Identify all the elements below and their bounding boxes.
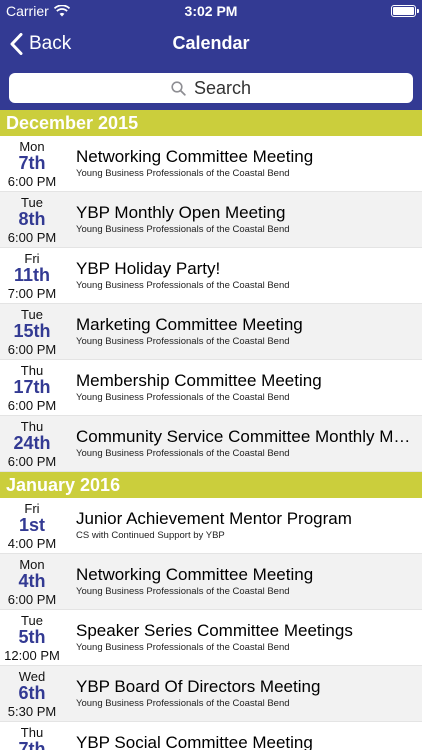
event-day: 15th xyxy=(13,321,51,341)
event-row[interactable]: Tue 15th 6:00 PM Marketing Committee Mee… xyxy=(0,304,422,360)
event-title: Community Service Committee Monthly Meet… xyxy=(76,427,418,446)
event-organizer: Young Business Professionals of the Coas… xyxy=(76,168,290,179)
event-time: 4:00 PM xyxy=(7,536,57,551)
event-title: Membership Committee Meeting xyxy=(76,371,322,390)
event-weekday: Tue xyxy=(21,195,43,210)
event-row[interactable]: Wed 6th 5:30 PM YBP Board Of Directors M… xyxy=(0,666,422,722)
event-list[interactable]: December 2015 Mon 7th 6:00 PM Networking… xyxy=(0,110,422,750)
event-day: 6th xyxy=(18,683,46,703)
event-title: YBP Holiday Party! xyxy=(76,259,221,278)
event-day: 8th xyxy=(18,209,46,229)
event-organizer: Young Business Professionals of the Coas… xyxy=(76,280,290,291)
search-input[interactable]: Search xyxy=(9,73,413,103)
event-row[interactable]: Fri 1st 4:00 PM Junior Achievement Mento… xyxy=(0,498,422,554)
event-organizer: CS with Continued Support by YBP xyxy=(76,530,225,541)
event-time: 7:00 PM xyxy=(7,286,57,301)
event-row[interactable]: Mon 7th 6:00 PM Networking Committee Mee… xyxy=(0,136,422,192)
event-weekday: Mon xyxy=(19,557,45,572)
search-placeholder: Search xyxy=(193,77,252,98)
event-date: Fri 1st 4:00 PM xyxy=(0,498,64,554)
event-time: 6:00 PM xyxy=(7,342,57,357)
event-time: 6:00 PM xyxy=(7,398,57,413)
event-time: 6:00 PM xyxy=(7,454,57,469)
event-title: Marketing Committee Meeting xyxy=(76,315,303,334)
event-weekday: Fri xyxy=(24,501,40,516)
event-time: 6:00 PM xyxy=(7,174,57,189)
event-day: 24th xyxy=(13,433,51,453)
event-organizer: Young Business Professionals of the Coas… xyxy=(76,642,290,653)
event-time: 12:00 PM xyxy=(4,648,60,663)
event-date: Fri 11th 7:00 PM xyxy=(0,248,64,304)
event-date: Tue 15th 6:00 PM xyxy=(0,304,64,360)
event-date: Mon 4th 6:00 PM xyxy=(0,554,64,610)
event-time: 6:00 PM xyxy=(7,230,57,245)
event-date: Wed 6th 5:30 PM xyxy=(0,666,64,722)
event-day: 4th xyxy=(18,571,46,591)
event-date: Thu 17th 6:00 PM xyxy=(0,360,64,416)
event-weekday: Mon xyxy=(19,139,45,154)
event-title: YBP Social Committee Meeting xyxy=(76,733,313,750)
event-date: Mon 7th 6:00 PM xyxy=(0,136,64,192)
event-title: Networking Committee Meeting xyxy=(76,147,314,166)
search-icon xyxy=(171,80,186,96)
event-row[interactable]: Tue 8th 6:00 PM YBP Monthly Open Meeting… xyxy=(0,192,422,248)
event-organizer: Young Business Professionals of the Coas… xyxy=(76,224,290,235)
event-title: Junior Achievement Mentor Program xyxy=(76,509,352,528)
event-row[interactable]: Mon 4th 6:00 PM Networking Committee Mee… xyxy=(0,554,422,610)
event-day: 1st xyxy=(18,515,45,535)
event-organizer: Young Business Professionals of the Coas… xyxy=(76,448,290,459)
event-date: Tue 5th 12:00 PM xyxy=(0,610,64,666)
event-weekday: Tue xyxy=(21,613,43,628)
section-header: December 2015 xyxy=(0,110,422,136)
event-weekday: Thu xyxy=(20,419,44,434)
search-bar: Search xyxy=(0,66,422,110)
event-day: 17th xyxy=(13,377,51,397)
event-day: 5th xyxy=(18,627,46,647)
event-time: 6:00 PM xyxy=(7,592,57,607)
event-weekday: Tue xyxy=(21,307,43,322)
event-organizer: Young Business Professionals of the Coas… xyxy=(76,392,290,403)
event-day: 7th xyxy=(18,739,46,750)
event-row[interactable]: Thu 17th 6:00 PM Membership Committee Me… xyxy=(0,360,422,416)
event-title: Networking Committee Meeting xyxy=(76,565,314,584)
event-organizer: Young Business Professionals of the Coas… xyxy=(76,586,290,597)
event-time: 5:30 PM xyxy=(7,704,57,719)
event-day: 11th xyxy=(13,265,51,285)
event-title: YBP Board Of Directors Meeting xyxy=(76,677,321,696)
event-weekday: Fri xyxy=(24,251,40,266)
event-date: Thu 7th xyxy=(0,722,64,750)
event-title: Speaker Series Committee Meetings xyxy=(76,621,353,640)
event-day: 7th xyxy=(18,153,46,173)
event-weekday: Thu xyxy=(20,363,44,378)
event-organizer: Young Business Professionals of the Coas… xyxy=(76,336,290,347)
event-row[interactable]: Thu 7th YBP Social Committee Meeting xyxy=(0,722,422,750)
event-weekday: Wed xyxy=(18,669,46,684)
event-row[interactable]: Tue 5th 12:00 PM Speaker Series Committe… xyxy=(0,610,422,666)
event-date: Tue 8th 6:00 PM xyxy=(0,192,64,248)
battery-icon xyxy=(391,5,419,17)
event-organizer: Young Business Professionals of the Coas… xyxy=(76,698,290,709)
status-bar: Carrier 3:02 PM xyxy=(0,0,422,22)
page-title: Calendar xyxy=(172,33,250,53)
status-time: 3:02 PM xyxy=(184,3,238,19)
event-row[interactable]: Fri 11th 7:00 PM YBP Holiday Party! Youn… xyxy=(0,248,422,304)
event-weekday: Thu xyxy=(20,725,44,740)
event-row[interactable]: Thu 24th 6:00 PM Community Service Commi… xyxy=(0,416,422,472)
event-title: YBP Monthly Open Meeting xyxy=(76,203,286,222)
event-date: Thu 24th 6:00 PM xyxy=(0,416,64,472)
navigation-bar: Back Calendar xyxy=(0,22,422,66)
section-header: January 2016 xyxy=(0,472,422,498)
